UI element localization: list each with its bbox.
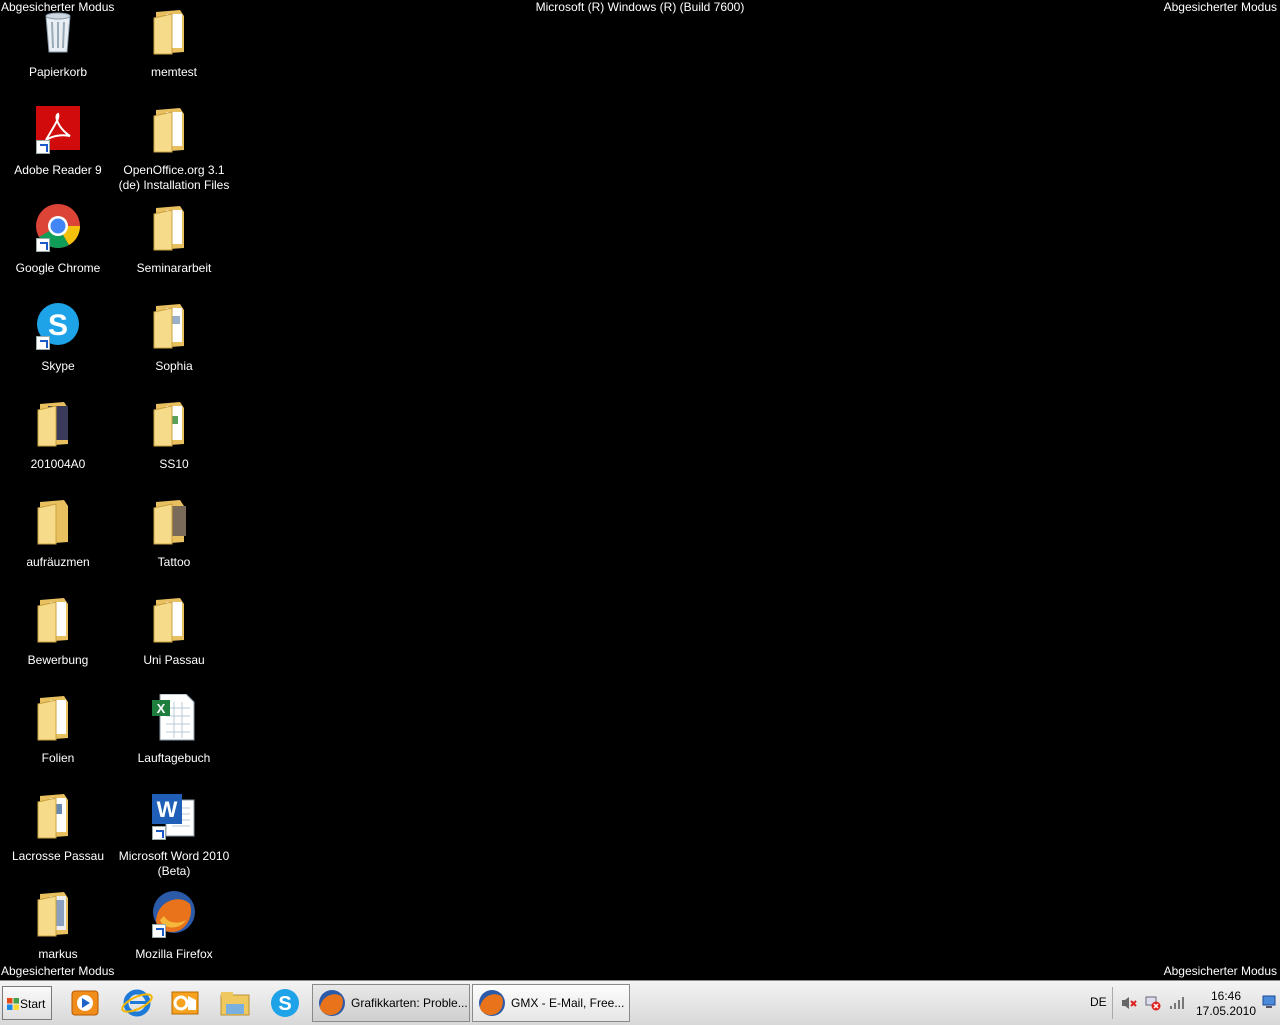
skype-icon: S bbox=[34, 302, 82, 350]
desktop-icon-label: Uni Passau bbox=[143, 653, 205, 667]
clock-date: 17.05.2010 bbox=[1195, 1004, 1257, 1018]
shortcut-arrow-icon bbox=[152, 826, 166, 840]
show-desktop-icon[interactable] bbox=[1262, 995, 1276, 1009]
desktop-icon-label: Skype bbox=[41, 359, 75, 373]
shortcut-arrow-icon bbox=[36, 238, 50, 252]
firefox-icon bbox=[479, 990, 505, 1016]
excel-file-icon: X bbox=[150, 693, 198, 742]
language-indicator[interactable]: DE bbox=[1090, 995, 1107, 1009]
folder-icon bbox=[34, 596, 82, 644]
shortcut-arrow-icon bbox=[36, 336, 50, 350]
task-button-grafikkarten[interactable]: Grafikkarten: Proble... bbox=[312, 984, 470, 1022]
desktop-icon-label: OpenOffice.org 3.1 (de) Installation Fil… bbox=[118, 163, 230, 192]
folder-icon bbox=[150, 204, 198, 252]
internet-explorer-icon[interactable] bbox=[120, 986, 154, 1020]
desktop-icon-bewerbung[interactable]: Bewerbung bbox=[0, 596, 116, 668]
folder-icon bbox=[150, 596, 198, 644]
folder-icon bbox=[150, 8, 198, 56]
recycle-bin-icon bbox=[34, 8, 82, 56]
clock[interactable]: 16:46 17.05.2010 bbox=[1194, 989, 1258, 1019]
start-label: Start bbox=[20, 997, 46, 1011]
task-button-label: GMX - E-Mail, Free... bbox=[511, 996, 625, 1010]
desktop-icon-memtest[interactable]: memtest bbox=[116, 8, 232, 80]
desktop-icon-skype[interactable]: S Skype bbox=[0, 302, 116, 374]
volume-muted-icon[interactable] bbox=[1120, 995, 1138, 1011]
firefox-icon bbox=[150, 890, 198, 938]
adobe-reader-icon bbox=[34, 106, 82, 154]
media-player-icon[interactable] bbox=[68, 986, 102, 1020]
folder-icon bbox=[150, 106, 198, 154]
desktop-icon-adobe-reader[interactable]: Adobe Reader 9 bbox=[0, 106, 116, 178]
desktop-icon-label: Papierkorb bbox=[28, 65, 88, 79]
desktop-icon-mozilla-firefox[interactable]: Mozilla Firefox bbox=[116, 890, 232, 962]
signal-icon[interactable] bbox=[1168, 995, 1186, 1011]
safe-mode-label-bottom-right: Abgesicherter Modus bbox=[1163, 964, 1277, 978]
svg-text:X: X bbox=[157, 701, 166, 716]
start-button[interactable]: Start bbox=[2, 986, 52, 1020]
desktop-icon-201004a0[interactable]: 201004A0 bbox=[0, 400, 116, 472]
outlook-icon[interactable] bbox=[168, 986, 202, 1020]
desktop-icon-label: SS10 bbox=[159, 457, 189, 471]
desktop-icon-papierkorb[interactable]: Papierkorb bbox=[0, 8, 116, 80]
desktop-icon-aufraeuzmen[interactable]: aufräuzmen bbox=[0, 498, 116, 570]
desktop-icon-label: Bewerbung bbox=[27, 653, 89, 667]
folder-icon bbox=[34, 400, 82, 448]
desktop-icon-label: Lauftagebuch bbox=[137, 751, 211, 765]
svg-text:S: S bbox=[278, 993, 291, 1015]
folder-icon bbox=[34, 498, 82, 546]
shortcut-arrow-icon bbox=[152, 924, 166, 938]
folder-icon bbox=[34, 694, 82, 742]
firefox-icon bbox=[319, 990, 345, 1016]
desktop-icon-label: Microsoft Word 2010 (Beta) bbox=[118, 849, 230, 878]
windows-logo-icon bbox=[7, 998, 19, 1010]
svg-text:W: W bbox=[157, 797, 178, 822]
desktop-icon-label: Seminararbeit bbox=[136, 261, 212, 275]
desktop-icon-seminararbeit[interactable]: Seminararbeit bbox=[116, 204, 232, 276]
desktop-icon-uni-passau[interactable]: Uni Passau bbox=[116, 596, 232, 668]
task-button-gmx[interactable]: GMX - E-Mail, Free... bbox=[472, 984, 630, 1022]
desktop-icon-lacrosse-passau[interactable]: Lacrosse Passau bbox=[0, 792, 116, 864]
desktop-icon-sophia[interactable]: Sophia bbox=[116, 302, 232, 374]
task-button-label: Grafikkarten: Proble... bbox=[351, 996, 468, 1010]
shortcut-arrow-icon bbox=[36, 140, 50, 154]
svg-text:S: S bbox=[48, 309, 68, 342]
desktop-icon-label: memtest bbox=[150, 65, 197, 79]
desktop-icon-openoffice-install[interactable]: OpenOffice.org 3.1 (de) Installation Fil… bbox=[116, 106, 232, 193]
taskbar: Start S Grafikkarten: Proble... GMX - E-… bbox=[0, 980, 1280, 1025]
desktop-icon-label: Sophia bbox=[155, 359, 193, 373]
desktop-icon-label: markus bbox=[38, 947, 78, 961]
desktop-icon-label: aufräuzmen bbox=[26, 555, 90, 569]
desktop-icon-word-2010[interactable]: W Microsoft Word 2010 (Beta) bbox=[116, 792, 232, 879]
desktop-icon-tattoo[interactable]: Tattoo bbox=[116, 498, 232, 570]
desktop-icon-label: Adobe Reader 9 bbox=[14, 163, 102, 177]
desktop-icon-google-chrome[interactable]: Google Chrome bbox=[0, 204, 116, 276]
desktop-icon-lauftagebuch[interactable]: X Lauftagebuch bbox=[116, 693, 232, 766]
tray-divider bbox=[1112, 987, 1113, 1019]
safe-mode-label-bottom-left: Abgesicherter Modus bbox=[1, 964, 115, 978]
desktop-icon-label: Lacrosse Passau bbox=[11, 849, 105, 863]
chrome-icon bbox=[34, 204, 82, 252]
desktop-icon-label: Folien bbox=[41, 751, 75, 765]
folder-icon bbox=[34, 890, 82, 938]
desktop-icon-folien[interactable]: Folien bbox=[0, 694, 116, 766]
folder-icon bbox=[150, 400, 198, 448]
desktop-icon-label: Mozilla Firefox bbox=[135, 947, 213, 961]
word-icon: W bbox=[150, 792, 198, 840]
folder-icon bbox=[150, 302, 198, 350]
folder-icon bbox=[34, 792, 82, 840]
desktop-icon-markus[interactable]: markus bbox=[0, 890, 116, 962]
desktop-icon-label: Google Chrome bbox=[15, 261, 101, 275]
explorer-icon[interactable] bbox=[218, 986, 252, 1020]
clock-time: 16:46 bbox=[1210, 989, 1242, 1003]
desktop-icon-label: Tattoo bbox=[157, 555, 191, 569]
safe-mode-label-top-right: Abgesicherter Modus bbox=[1163, 0, 1277, 14]
network-error-icon[interactable] bbox=[1144, 995, 1162, 1011]
desktop-icon-label: 201004A0 bbox=[30, 457, 86, 471]
folder-icon bbox=[150, 498, 198, 546]
desktop-icon-ss10[interactable]: SS10 bbox=[116, 400, 232, 472]
skype-icon[interactable]: S bbox=[268, 986, 302, 1020]
